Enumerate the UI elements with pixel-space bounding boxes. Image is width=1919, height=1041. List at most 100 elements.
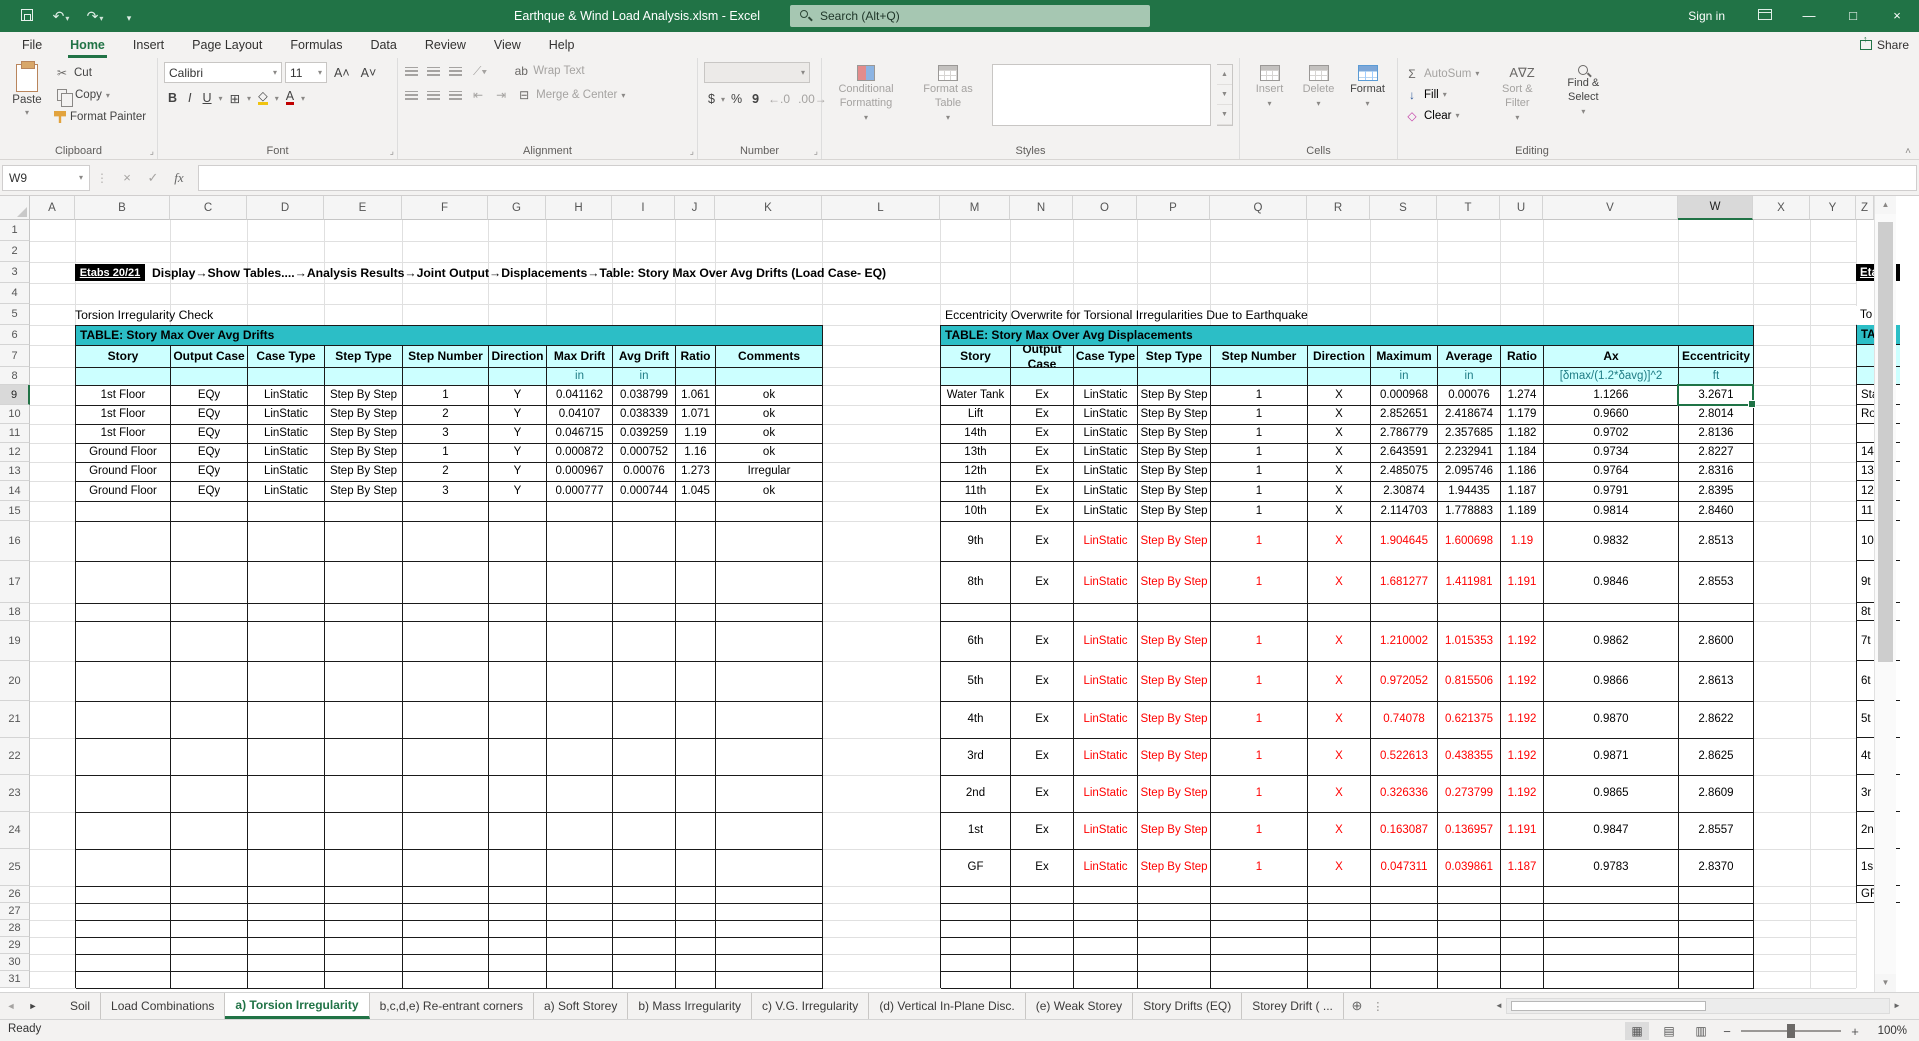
name-box[interactable]: W9▾ xyxy=(2,165,90,191)
cell[interactable]: 0.9783 xyxy=(1544,850,1679,887)
cell[interactable] xyxy=(1501,368,1544,386)
cell[interactable] xyxy=(248,972,325,989)
cell[interactable] xyxy=(716,904,823,921)
cell[interactable]: LinStatic xyxy=(1074,776,1138,813)
cell[interactable]: 0.038339 xyxy=(613,406,676,425)
cell[interactable] xyxy=(676,813,716,850)
cell[interactable]: 2.8136 xyxy=(1679,425,1754,444)
sheet-tab-storey-drift-[interactable]: Storey Drift ( ... xyxy=(1242,993,1344,1019)
cell[interactable] xyxy=(1138,921,1211,938)
row-header-4[interactable]: 4 xyxy=(0,283,30,304)
cell[interactable]: 0.9865 xyxy=(1544,776,1679,813)
row-header-13[interactable]: 13 xyxy=(0,462,30,481)
cell[interactable]: 2.852651 xyxy=(1371,406,1438,425)
cell[interactable]: LinStatic xyxy=(1074,562,1138,604)
sign-in-button[interactable]: Sign in xyxy=(1670,9,1743,23)
cell[interactable]: X xyxy=(1308,850,1371,887)
cell[interactable] xyxy=(76,604,171,622)
currency-icon[interactable]: $ xyxy=(704,89,719,109)
cell[interactable]: 0.9660 xyxy=(1544,406,1679,425)
cell[interactable]: 1.273 xyxy=(676,463,716,482)
cell[interactable]: 1st Floor xyxy=(76,386,171,406)
cell[interactable]: 1.189 xyxy=(1501,502,1544,522)
cancel-icon[interactable]: × xyxy=(114,170,140,185)
cell[interactable]: 1.192 xyxy=(1501,739,1544,776)
column-header-T[interactable]: T xyxy=(1437,196,1500,220)
cell[interactable] xyxy=(1308,972,1371,989)
cell[interactable]: Avg Drift xyxy=(613,346,676,368)
cell[interactable]: Step By Step xyxy=(1138,502,1211,522)
cell[interactable]: 1.186 xyxy=(1501,463,1544,482)
cell[interactable]: 2.8622 xyxy=(1679,702,1754,739)
cell[interactable]: Ex xyxy=(1011,662,1074,702)
cell[interactable]: LinStatic xyxy=(248,386,325,406)
cell[interactable] xyxy=(716,702,823,739)
cell[interactable] xyxy=(716,813,823,850)
cell[interactable]: LinStatic xyxy=(1074,813,1138,850)
cell[interactable] xyxy=(403,938,489,955)
cell[interactable]: 0.9871 xyxy=(1544,739,1679,776)
cell[interactable]: 9th xyxy=(941,522,1011,562)
cell[interactable] xyxy=(76,662,171,702)
paste-button[interactable]: Paste▾ xyxy=(6,62,48,141)
cell[interactable]: Maximum xyxy=(1371,346,1438,368)
cell[interactable] xyxy=(171,522,248,562)
cell[interactable]: 2.8609 xyxy=(1679,776,1754,813)
cell[interactable] xyxy=(547,562,613,604)
decrease-font-icon[interactable]: A˅ xyxy=(357,63,381,83)
cell[interactable]: LinStatic xyxy=(1074,662,1138,702)
tab-page-layout[interactable]: Page Layout xyxy=(178,32,276,58)
cell[interactable]: 1 xyxy=(1211,813,1308,850)
cell[interactable]: 2.8395 xyxy=(1679,482,1754,502)
cell[interactable] xyxy=(325,776,403,813)
cell[interactable] xyxy=(941,921,1011,938)
cell[interactable] xyxy=(76,622,171,662)
cell[interactable]: 0.04107 xyxy=(547,406,613,425)
increase-font-icon[interactable]: A˄ xyxy=(330,63,354,83)
cell[interactable] xyxy=(676,702,716,739)
cell[interactable]: LinStatic xyxy=(1074,425,1138,444)
vertical-scroll-thumb[interactable] xyxy=(1878,222,1893,662)
cell[interactable]: 1.19 xyxy=(1501,522,1544,562)
cell[interactable] xyxy=(1501,604,1544,622)
sheet-tab-story-drifts-eq-[interactable]: Story Drifts (EQ) xyxy=(1133,993,1242,1019)
dialog-launcher-icon[interactable]: ⌟ xyxy=(390,146,394,157)
share-button[interactable]: Share xyxy=(1860,34,1909,56)
zoom-slider-thumb[interactable] xyxy=(1787,1024,1795,1038)
cell[interactable]: Ex xyxy=(1011,562,1074,604)
cell[interactable]: Step By Step xyxy=(325,463,403,482)
cell[interactable] xyxy=(547,522,613,562)
cell[interactable] xyxy=(676,921,716,938)
cell[interactable] xyxy=(547,662,613,702)
cell[interactable] xyxy=(248,368,325,386)
cell[interactable] xyxy=(676,622,716,662)
cell[interactable] xyxy=(325,813,403,850)
cell[interactable]: Average xyxy=(1438,346,1501,368)
cell[interactable]: ft xyxy=(1679,368,1754,386)
cell[interactable] xyxy=(171,662,248,702)
cell[interactable] xyxy=(716,887,823,904)
cell[interactable]: 1.274 xyxy=(1501,386,1544,406)
cell[interactable] xyxy=(1138,604,1211,622)
column-header-L[interactable]: L xyxy=(822,196,940,220)
sheet-tab--d-vertical-in-plane-disc-[interactable]: (d) Vertical In-Plane Disc. xyxy=(869,993,1025,1019)
cell[interactable]: X xyxy=(1308,406,1371,425)
row-header-7[interactable]: 7 xyxy=(0,345,30,367)
row-header-20[interactable]: 20 xyxy=(0,661,30,701)
insert-function-icon[interactable]: fx xyxy=(166,170,192,186)
cell[interactable]: Ex xyxy=(1011,502,1074,522)
cell[interactable]: 1 xyxy=(1211,622,1308,662)
cell[interactable] xyxy=(1679,887,1754,904)
cell[interactable] xyxy=(403,662,489,702)
merge-center-button[interactable]: ⊟Merge & Center▾ xyxy=(516,86,625,104)
cell[interactable] xyxy=(171,850,248,887)
cell[interactable] xyxy=(171,562,248,604)
cell[interactable] xyxy=(1211,368,1308,386)
cell[interactable]: LinStatic xyxy=(1074,850,1138,887)
cell[interactable]: 0.326336 xyxy=(1371,776,1438,813)
cell[interactable]: 1.411981 xyxy=(1438,562,1501,604)
cell[interactable]: 0.522613 xyxy=(1371,739,1438,776)
cell[interactable] xyxy=(171,813,248,850)
cell[interactable]: in xyxy=(547,368,613,386)
cell[interactable] xyxy=(325,622,403,662)
